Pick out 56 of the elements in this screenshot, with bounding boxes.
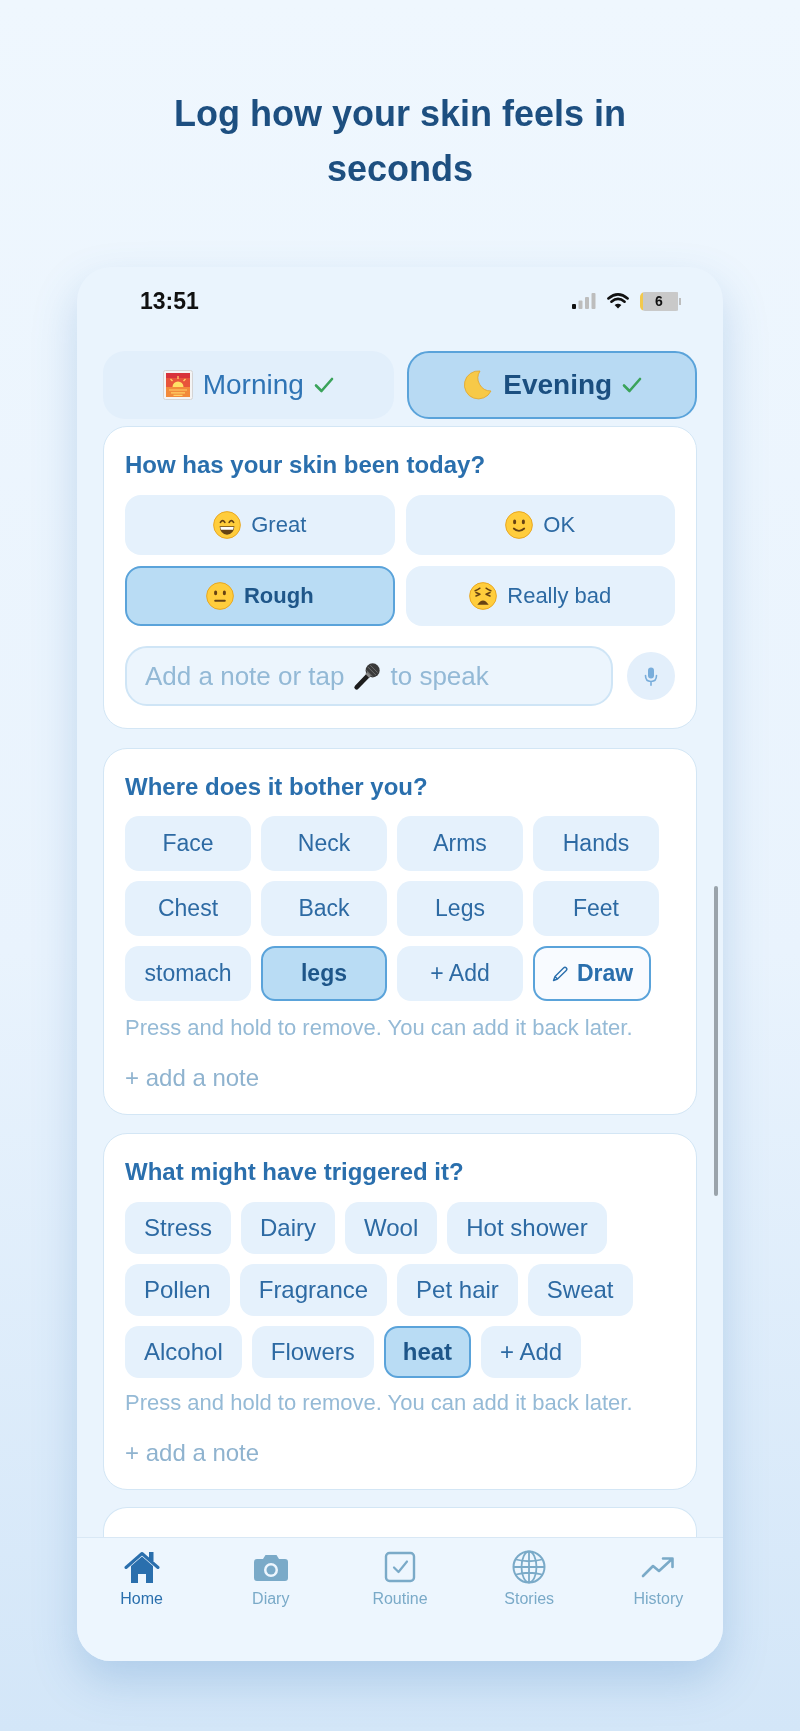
session-tab[interactable]: Evening (406, 351, 697, 419)
tag-chip[interactable]: Pollen (125, 1264, 230, 1316)
tag-chip[interactable]: Feet (533, 881, 659, 936)
home-icon (123, 1550, 160, 1584)
microphone-icon (644, 666, 658, 686)
mood-option[interactable]: Really bad (405, 566, 675, 626)
mood-option[interactable]: Rough (125, 566, 395, 626)
nav-tab[interactable]: Home (120, 1550, 163, 1609)
tag-chip[interactable]: legs (261, 946, 387, 1001)
tag-chip[interactable]: + Add (397, 946, 523, 1001)
grinning-face-icon (213, 511, 242, 539)
pencil-icon (551, 964, 569, 983)
microphone-button[interactable] (627, 652, 675, 700)
weary-face-icon (469, 582, 498, 610)
tag-chip[interactable]: Flowers (251, 1326, 374, 1378)
tag-chip[interactable]: Dairy (241, 1202, 336, 1254)
battery-indicator: 6 (640, 291, 681, 311)
helper-text: Press and hold to remove. You can add it back later. (125, 1014, 634, 1042)
tag-chip[interactable]: Fragrance (239, 1264, 388, 1316)
tag-chip[interactable]: Back (261, 881, 387, 936)
sunrise-icon (162, 370, 193, 400)
tag-chip[interactable]: Arms (397, 816, 523, 871)
microphone-icon (352, 661, 383, 691)
helper-text: Press and hold to remove. You can add it back later. (125, 1389, 634, 1417)
tag-chip[interactable]: + Add (481, 1326, 582, 1378)
tag-chip[interactable]: Legs (397, 881, 523, 936)
card-title: What might have triggered it? (125, 1157, 465, 1187)
tag-chip[interactable]: Neck (261, 816, 387, 871)
tag-chip[interactable]: Face (125, 816, 251, 871)
moon-icon (461, 369, 494, 401)
tag-chip[interactable]: Wool (345, 1202, 438, 1254)
tag-chip[interactable]: Stress (125, 1202, 231, 1254)
tag-chip[interactable]: Pet hair (397, 1264, 518, 1316)
mood-option[interactable]: Great (125, 495, 395, 555)
tag-chip[interactable]: Hot shower (447, 1202, 607, 1254)
tag-chip[interactable]: Hands (533, 816, 659, 871)
session-tab[interactable]: Morning (103, 351, 394, 419)
tag-chip[interactable]: stomach (125, 946, 251, 1001)
neutral-face-icon (205, 582, 234, 610)
tag-chip[interactable]: heat (383, 1326, 472, 1378)
card-title: Where does it bother you? (125, 772, 429, 802)
checkbox-icon (384, 1551, 416, 1583)
mood-option[interactable]: OK (405, 495, 675, 555)
globe-icon (512, 1550, 547, 1584)
tag-chip[interactable]: Alcohol (125, 1326, 242, 1378)
camera-icon (252, 1553, 289, 1581)
trend-up-icon (641, 1556, 676, 1578)
signal-icon (572, 293, 596, 309)
wifi-icon (607, 293, 629, 309)
headline: Log how your skin feels in seconds (172, 92, 628, 191)
smiling-face-icon (505, 511, 534, 539)
tag-chip[interactable]: Sweat (527, 1264, 633, 1316)
status-time: 13:51 (140, 287, 199, 315)
tag-chip[interactable]: Chest (125, 881, 251, 936)
card-title: How has your skin been today? (125, 450, 487, 480)
draw-button[interactable]: Draw (533, 946, 652, 1001)
